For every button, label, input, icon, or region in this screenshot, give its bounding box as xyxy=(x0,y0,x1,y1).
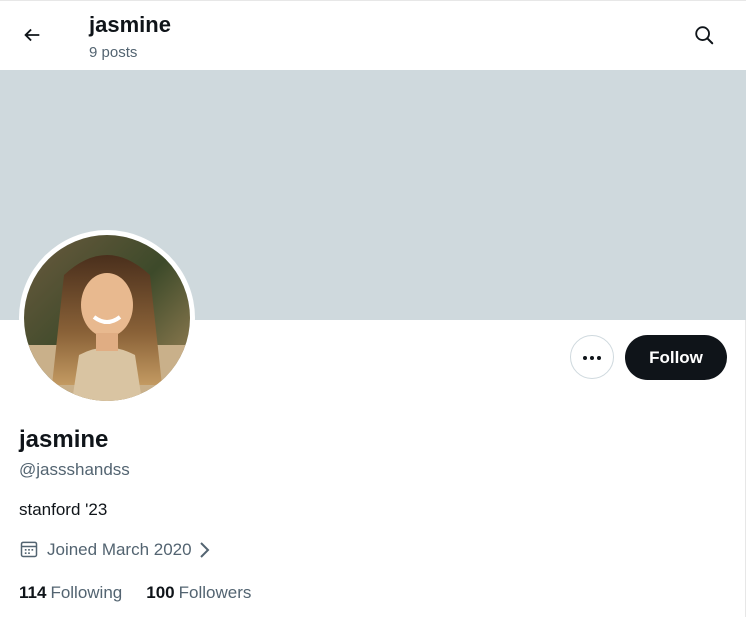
followers-label: Followers xyxy=(178,583,252,602)
avatar-image xyxy=(24,235,190,401)
search-icon xyxy=(693,24,715,51)
header-title-group: jasmine 9 posts xyxy=(89,11,171,63)
profile-header: jasmine 9 posts xyxy=(0,1,746,70)
search-button[interactable] xyxy=(686,19,722,55)
followers-count: 100 xyxy=(146,583,175,602)
follow-stats: 114 Following 100 Followers xyxy=(19,582,275,604)
joined-text: Joined March 2020 xyxy=(47,540,192,559)
profile-page: jasmine 9 posts Follow jasmine @jassshan… xyxy=(0,0,746,617)
follow-button[interactable]: Follow xyxy=(625,335,727,380)
joined-date[interactable]: Joined March 2020 xyxy=(19,539,212,561)
profile-name: jasmine xyxy=(19,426,109,453)
following-link[interactable]: 114 Following xyxy=(19,582,122,604)
profile-bio: stanford '23 xyxy=(19,500,108,519)
post-count: 9 posts xyxy=(89,44,138,61)
following-count: 114 xyxy=(19,583,47,602)
more-options-button[interactable] xyxy=(570,335,614,379)
arrow-left-icon xyxy=(21,24,43,51)
profile-handle: @jassshandss xyxy=(19,460,130,479)
calendar-icon xyxy=(19,539,41,561)
followers-link[interactable]: 100 Followers xyxy=(146,582,251,604)
back-button[interactable] xyxy=(14,19,50,55)
avatar[interactable] xyxy=(19,230,195,406)
more-dots-icon xyxy=(582,348,602,366)
following-label: Following xyxy=(50,583,123,602)
page-title: jasmine xyxy=(89,12,171,37)
chevron-right-icon xyxy=(198,541,212,559)
